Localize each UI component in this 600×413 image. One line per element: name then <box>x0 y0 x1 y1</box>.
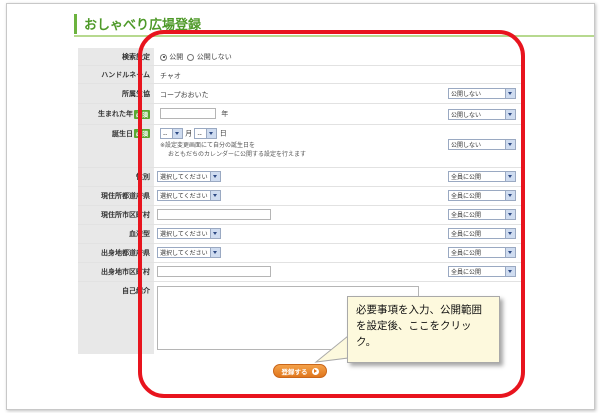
label-birth-prefecture: 出身地都道府県 <box>78 244 154 262</box>
blood-type-select[interactable]: 選択してください <box>157 228 221 239</box>
birthday-month-select[interactable]: -- <box>160 128 183 139</box>
chevron-down-icon <box>505 89 515 98</box>
radio-private[interactable] <box>187 53 195 61</box>
label-gender: 性別 <box>78 168 154 186</box>
search-radio-group: 公開 公開しない <box>160 52 232 62</box>
label-search-setting: 検索設定 <box>78 48 154 65</box>
birth-prefecture-visibility-select[interactable]: 全員に公開 <box>448 247 516 258</box>
row-city: 現住所市区町村 全員に公開 <box>78 206 523 225</box>
page-header: おしゃべり広場登録 <box>74 10 524 38</box>
birth-prefecture-select-value: 選択してください <box>160 250 208 257</box>
birthday-day-unit: 日 <box>219 129 227 138</box>
label-handle: ハンドルネーム <box>78 66 154 83</box>
chevron-down-icon <box>505 172 515 181</box>
coop-visibility-value: 公開しない <box>451 91 482 98</box>
gender-select[interactable]: 選択してください <box>157 171 221 182</box>
row-blood-type: 血液型 選択してください 全員に公開 <box>78 225 523 244</box>
title-underline <box>74 35 594 37</box>
row-coop: 所属生協 コープおおいた 公開しない <box>78 84 523 104</box>
label-coop: 所属生協 <box>78 84 154 103</box>
chevron-down-icon <box>210 172 220 181</box>
label-birth-city: 出身地市区町村 <box>78 263 154 281</box>
label-birth-year: 生まれた年 必須 <box>78 104 154 124</box>
chevron-down-icon <box>505 191 515 200</box>
required-badge: 必須 <box>133 129 150 138</box>
chevron-down-icon <box>505 110 515 119</box>
birth-city-visibility-value: 全員に公開 <box>451 269 482 276</box>
instruction-callout: 必要事項を入力、公開範囲を設定後、ここをクリック。 <box>347 296 500 363</box>
chevron-down-icon <box>505 210 515 219</box>
prefecture-select-value: 選択してください <box>160 193 208 200</box>
row-birth-year: 生まれた年 必須 年 公開しない <box>78 104 523 125</box>
row-birth-prefecture: 出身地都道府県 選択してください 全員に公開 <box>78 244 523 263</box>
birthday-month-unit: 月 <box>185 129 193 138</box>
label-prefecture: 現住所都道府県 <box>78 187 154 205</box>
radio-private-label: 公開しない <box>196 53 232 61</box>
label-birth-year-text: 生まれた年 <box>97 110 133 118</box>
chevron-down-icon <box>505 248 515 257</box>
prefecture-select[interactable]: 選択してください <box>157 190 221 201</box>
label-birthday-text: 誕生日 <box>111 130 133 138</box>
chevron-down-icon <box>210 191 220 200</box>
coop-visibility-select[interactable]: 公開しない <box>448 88 516 99</box>
title-accent-bar <box>74 14 77 34</box>
row-birth-city: 出身地市区町村 全員に公開 <box>78 263 523 282</box>
chevron-down-icon <box>505 229 515 238</box>
birth-city-input[interactable] <box>157 266 271 277</box>
label-introduction: 自己紹介 <box>78 282 154 354</box>
chevron-down-icon <box>505 140 515 149</box>
radio-public-label: 公開 <box>169 53 184 61</box>
handle-value: チャオ <box>160 72 181 80</box>
coop-value: コープおおいた <box>160 91 209 99</box>
row-handle: ハンドルネーム チャオ <box>78 66 523 84</box>
birthday-month-value: -- <box>163 131 168 138</box>
chevron-down-icon <box>210 229 220 238</box>
chevron-down-icon <box>505 267 515 276</box>
radio-public[interactable] <box>160 53 167 61</box>
label-blood-type: 血液型 <box>78 225 154 243</box>
birthday-visibility-select[interactable]: 公開しない <box>448 139 516 150</box>
gender-select-value: 選択してください <box>160 174 208 181</box>
birthday-day-select[interactable]: -- <box>194 128 218 139</box>
gender-visibility-value: 全員に公開 <box>451 174 482 181</box>
chevron-down-icon <box>210 248 220 257</box>
callout-text: 必要事項を入力、公開範囲を設定後、ここをクリック。 <box>356 304 482 348</box>
birthday-note-line1: ※設定変更画面にて自分の誕生日を <box>160 142 256 149</box>
required-badge: 必須 <box>133 109 150 119</box>
birth-prefecture-visibility-value: 全員に公開 <box>451 250 482 257</box>
blood-type-visibility-value: 全員に公開 <box>451 231 482 238</box>
blood-type-select-value: 選択してください <box>160 231 208 238</box>
birth-prefecture-select[interactable]: 選択してください <box>157 247 221 258</box>
row-prefecture: 現住所都道府県 選択してください 全員に公開 <box>78 187 523 206</box>
label-birthday: 誕生日 必須 <box>78 125 154 167</box>
birthday-note-line2: おともだちのカレンダーに公開する設定を行えます <box>168 151 307 158</box>
city-visibility-value: 全員に公開 <box>451 212 482 219</box>
chevron-down-icon <box>206 129 217 138</box>
birth-year-visibility-value: 公開しない <box>451 112 482 119</box>
gender-visibility-select[interactable]: 全員に公開 <box>448 171 516 182</box>
birth-year-input[interactable] <box>160 108 216 119</box>
prefecture-visibility-value: 全員に公開 <box>451 193 482 200</box>
birth-city-visibility-select[interactable]: 全員に公開 <box>448 266 516 277</box>
birthday-visibility-value: 公開しない <box>451 142 482 149</box>
row-search-setting: 検索設定 公開 公開しない <box>78 48 523 66</box>
city-visibility-select[interactable]: 全員に公開 <box>448 209 516 220</box>
birthday-group: -- 月 -- 日 ※設定変更画面にて自分の誕生日を おともだちのカレンダーに公… <box>160 128 306 159</box>
register-button-label: 登録する <box>281 368 308 376</box>
blood-type-visibility-select[interactable]: 全員に公開 <box>448 228 516 239</box>
birth-year-group: 年 <box>160 108 228 119</box>
birthday-day-value: -- <box>197 131 202 138</box>
birth-year-unit: 年 <box>221 109 229 118</box>
chevron-down-icon <box>172 129 182 138</box>
prefecture-visibility-select[interactable]: 全員に公開 <box>448 190 516 201</box>
birth-year-visibility-select[interactable]: 公開しない <box>448 109 516 120</box>
row-gender: 性別 選択してください 全員に公開 <box>78 168 523 187</box>
label-city: 現住所市区町村 <box>78 206 154 224</box>
page-title: おしゃべり広場登録 <box>84 18 202 33</box>
city-input[interactable] <box>157 209 271 220</box>
row-birthday: 誕生日 必須 -- 月 -- 日 ※設定変更画面にて自分の誕生日を おともだちの… <box>78 125 523 168</box>
